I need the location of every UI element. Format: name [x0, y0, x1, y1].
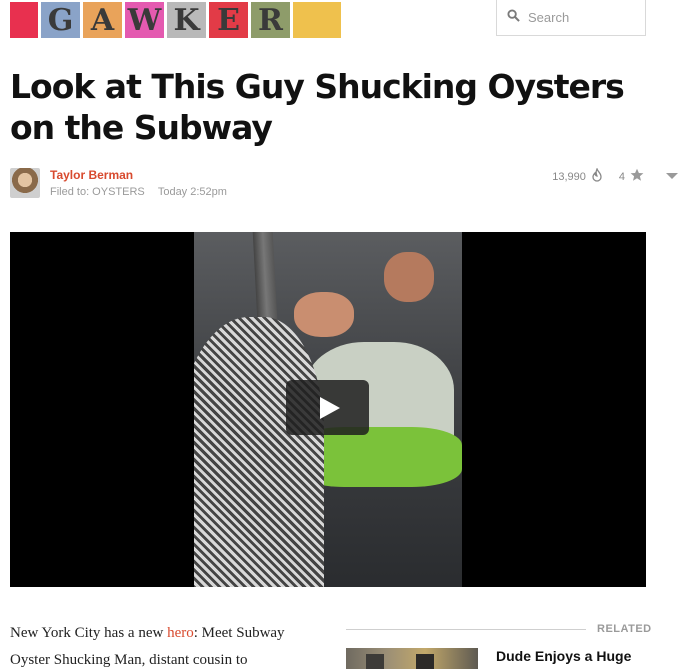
article-headline[interactable]: Look at This Guy Shucking Oysters on the… — [10, 66, 650, 148]
play-button[interactable] — [286, 380, 369, 435]
logo-letter-g: G — [41, 2, 80, 38]
flame-icon — [591, 167, 603, 185]
logo-cap-left — [10, 2, 38, 38]
related-thumbnail[interactable] — [346, 648, 478, 669]
timestamp[interactable]: Today 2:52pm — [158, 186, 227, 198]
body-text-start: New York City has a new — [10, 625, 168, 641]
search-icon — [507, 8, 520, 27]
article-body: New York City has a new hero: Meet Subwa… — [10, 620, 320, 669]
view-count: 13,990 — [552, 170, 586, 183]
related-label: RELATED — [597, 623, 652, 635]
gawker-logo[interactable]: G A W K E R — [10, 2, 344, 38]
article-meta: Filed to: OYSTERS Today 2:52pm — [50, 186, 227, 198]
author-avatar[interactable] — [10, 168, 40, 198]
logo-letter-a: A — [83, 2, 122, 38]
logo-letter-r: R — [251, 2, 290, 38]
play-icon — [319, 396, 340, 419]
thumb-shape — [366, 654, 384, 669]
article-stats: 13,990 4 — [552, 167, 644, 185]
star-count: 4 — [618, 170, 625, 183]
logo-cap-right — [293, 2, 341, 38]
hero-link[interactable]: hero — [167, 625, 194, 641]
related-title-link[interactable]: Dude Enjoys a Huge — [496, 648, 631, 664]
search-input[interactable] — [528, 10, 638, 25]
thumb-shape-2 — [416, 654, 434, 669]
star-icon[interactable] — [630, 168, 644, 185]
frame-hand — [384, 252, 434, 302]
chevron-down-icon[interactable] — [666, 173, 678, 179]
logo-letter-e: E — [209, 2, 248, 38]
logo-letter-w: W — [125, 2, 164, 38]
frame-hand-2 — [294, 292, 354, 337]
author-name-link[interactable]: Taylor Berman — [50, 168, 133, 182]
logo-letter-k: K — [167, 2, 206, 38]
search-box[interactable] — [496, 0, 646, 36]
related-divider — [346, 629, 586, 630]
frame-coat — [194, 317, 324, 587]
filed-to-link[interactable]: Filed to: OYSTERS — [50, 186, 145, 198]
video-player[interactable] — [10, 232, 646, 587]
